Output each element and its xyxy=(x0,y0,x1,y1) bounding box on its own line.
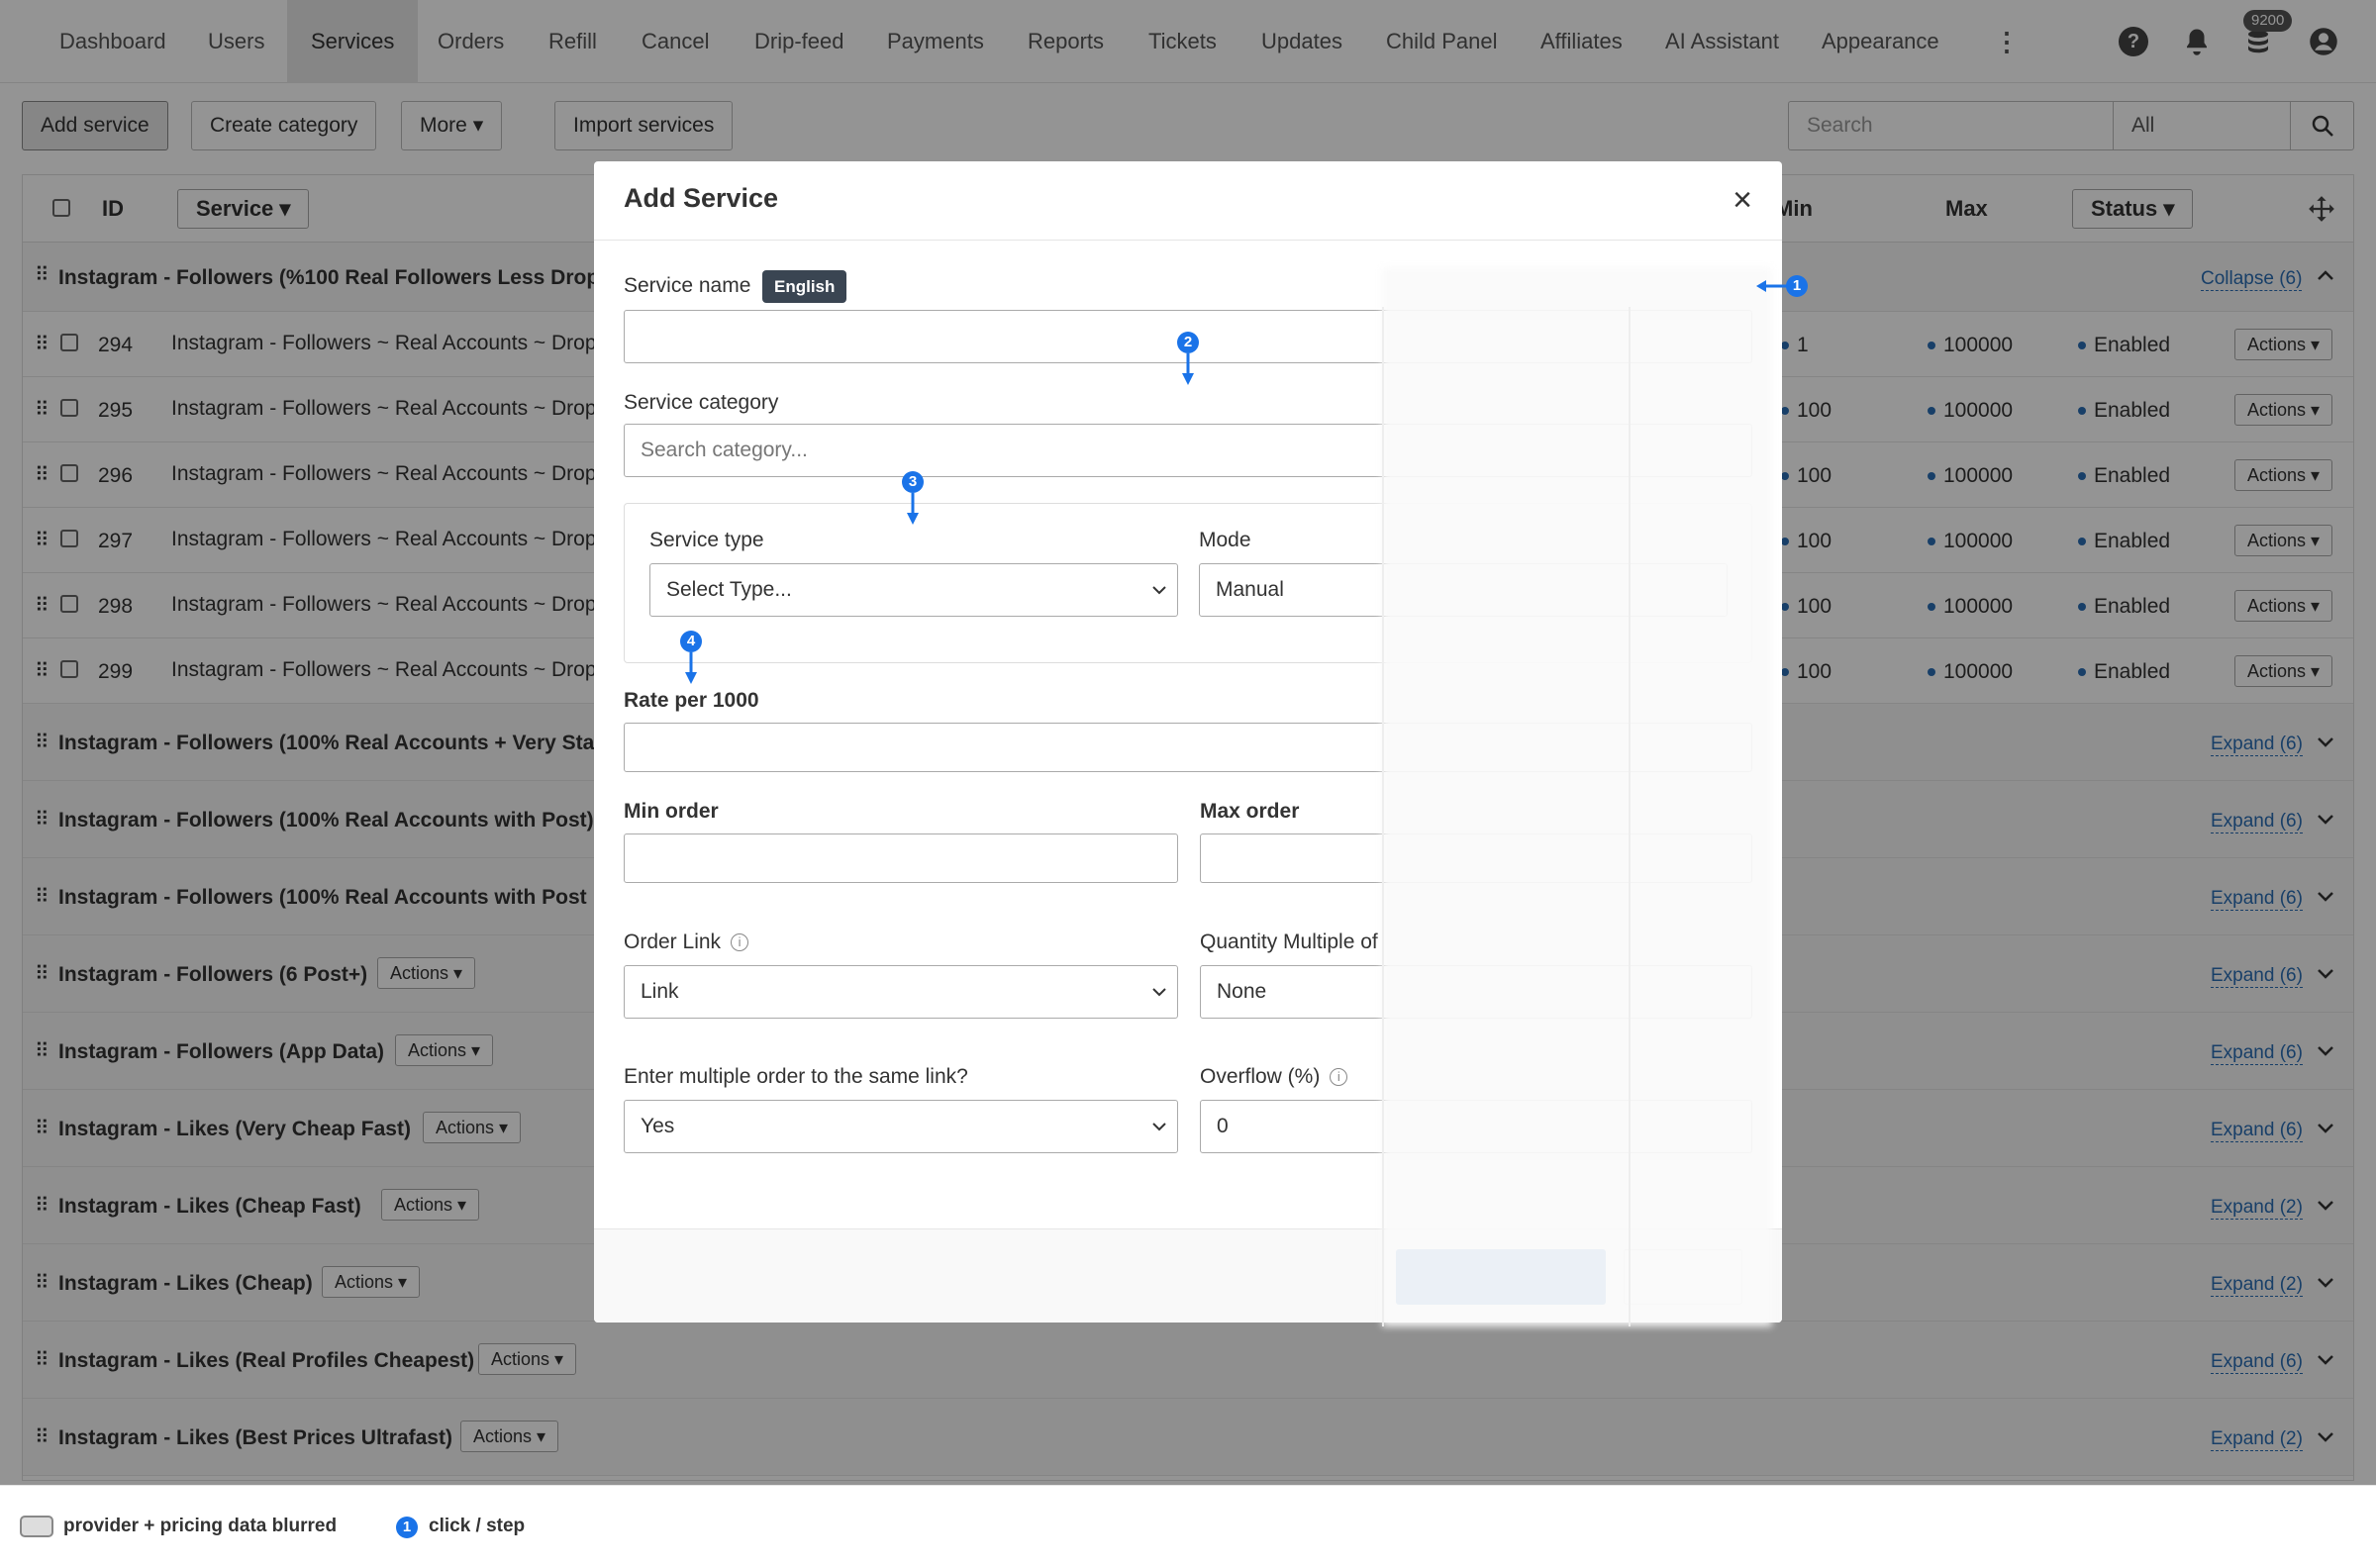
multiple-order-select[interactable]: Yes xyxy=(624,1100,1178,1153)
overflow-label: Overflow (%) i xyxy=(1200,1065,1348,1089)
service-type-label: Service type xyxy=(649,529,764,551)
blurred-swatch xyxy=(20,1516,53,1537)
service-name-label: Service name xyxy=(624,274,751,297)
quantity-multiple-label: Quantity Multiple of xyxy=(1200,931,1378,953)
arrow-left-icon xyxy=(1756,280,1788,292)
step-marker-1: 1 xyxy=(1786,275,1808,297)
chevron-down-icon xyxy=(1152,586,1166,595)
rate-label: Rate per 1000 xyxy=(624,689,759,712)
modal-title: Add Service xyxy=(624,183,779,213)
step-marker-3: 3 xyxy=(902,471,924,493)
max-order-label: Max order xyxy=(1200,800,1300,823)
min-order-input[interactable] xyxy=(624,833,1178,883)
step-marker-4: 4 xyxy=(680,631,702,652)
info-icon[interactable]: i xyxy=(1330,1068,1348,1087)
blur-divider xyxy=(1382,307,1384,1326)
legend-blurred-text: provider + pricing data blurred xyxy=(63,1516,338,1536)
service-category-label: Service category xyxy=(624,391,779,414)
multiple-order-label: Enter multiple order to the same link? xyxy=(624,1065,968,1088)
order-link-value: Link xyxy=(641,980,679,1003)
blurred-provider-pricing-region xyxy=(1382,267,1772,1326)
modal-header: Add Service × xyxy=(594,161,1782,241)
blur-divider xyxy=(1629,307,1631,1326)
overflow-text: Overflow (%) xyxy=(1200,1065,1321,1088)
close-icon[interactable]: × xyxy=(1732,183,1752,217)
legend-step-text: click / step xyxy=(429,1516,526,1536)
step-marker-2: 2 xyxy=(1177,332,1199,353)
chevron-down-icon xyxy=(1152,1123,1166,1131)
order-link-text: Order Link xyxy=(624,931,722,953)
arrow-down-icon xyxy=(685,652,697,684)
multiple-order-value: Yes xyxy=(641,1115,675,1137)
arrow-down-icon xyxy=(1182,353,1194,385)
language-badge[interactable]: English xyxy=(762,270,847,303)
info-icon[interactable]: i xyxy=(731,933,749,952)
service-type-select[interactable]: Select Type... xyxy=(649,563,1178,617)
arrow-down-icon xyxy=(907,493,919,525)
legend: provider + pricing data blurred 1 click … xyxy=(0,1485,2376,1568)
mode-label: Mode xyxy=(1199,529,1251,551)
order-link-label: Order Link i xyxy=(624,931,749,954)
order-link-select[interactable]: Link xyxy=(624,965,1178,1019)
min-order-label: Min order xyxy=(624,800,719,823)
service-type-value: Select Type... xyxy=(666,578,792,601)
legend-step-marker: 1 xyxy=(396,1517,418,1538)
chevron-down-icon xyxy=(1152,988,1166,997)
